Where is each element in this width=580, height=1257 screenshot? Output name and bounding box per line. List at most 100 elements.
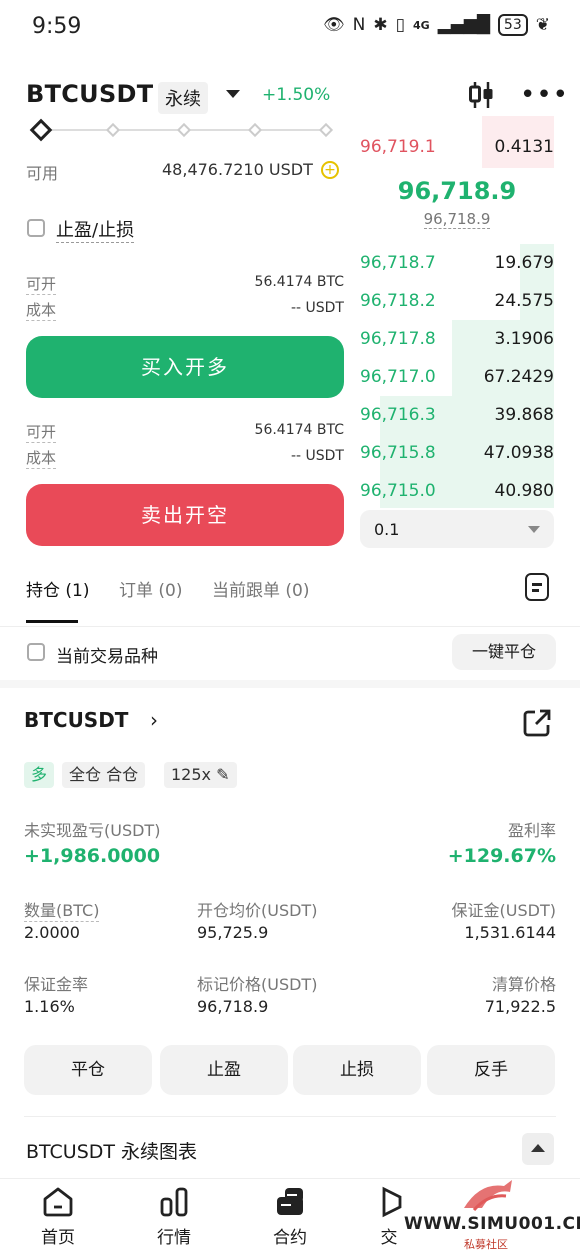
slider-handle[interactable] xyxy=(29,118,53,142)
ask-qty: 0.4131 xyxy=(494,137,554,157)
liquidation-price-label: 清算价格 xyxy=(491,975,556,994)
margin-ratio-value: 1.16% xyxy=(24,997,75,1016)
close-all-button[interactable]: 一键平仓 xyxy=(452,634,556,670)
watermark-subtext: 私募社区 xyxy=(464,1238,508,1251)
bid-price: 96,716.3 xyxy=(360,405,436,425)
divider xyxy=(24,1116,556,1117)
buy-open-label: 可开 xyxy=(26,275,57,295)
more-icon[interactable]: ••• xyxy=(520,82,569,108)
reverse-button[interactable]: 反手 xyxy=(427,1045,555,1095)
watermark-logo: WWW.SIMU001.CN 私募社区 xyxy=(400,1178,580,1257)
nav-futures[interactable]: 合约 xyxy=(258,1185,322,1248)
divider xyxy=(0,626,580,627)
tpsl-checkbox[interactable] xyxy=(27,219,45,237)
bid-row[interactable]: 96,717.8 3.1906 xyxy=(360,320,554,358)
section-divider xyxy=(0,680,580,688)
sell-short-button[interactable]: 卖出开空 xyxy=(26,484,344,546)
depth-value: 0.1 xyxy=(374,519,400,539)
depth-select[interactable]: 0.1 xyxy=(360,510,554,548)
mark-price-label: 标记价格(USDT) xyxy=(197,975,318,994)
available-label: 可用 xyxy=(26,164,59,183)
entry-price-value: 95,725.9 xyxy=(197,923,269,942)
unrealized-pnl-value: +1,986.0000 xyxy=(24,845,161,867)
sell-cost-value: -- USDT xyxy=(290,448,344,464)
bid-row[interactable]: 96,718.7 19.679 xyxy=(360,244,554,282)
tab-active-indicator xyxy=(26,620,78,623)
nav-home[interactable]: 首页 xyxy=(26,1185,90,1248)
roe-label: 盈利率 xyxy=(507,821,556,840)
leverage-tag[interactable]: 125x ✎ xyxy=(164,762,237,788)
roe-value: +129.67% xyxy=(447,845,556,867)
futures-icon xyxy=(277,1188,303,1215)
sell-open-label: 可开 xyxy=(26,423,57,443)
chart-section-title[interactable]: BTCUSDT 永续图表 xyxy=(26,1137,197,1164)
last-price[interactable]: 96,718.9 xyxy=(360,177,554,205)
margin-label: 保证金(USDT) xyxy=(451,901,556,920)
status-icons: 👁 N ✱ ▯ 4G ▂▄▆█ 53 ❦ xyxy=(323,14,550,36)
entry-price-label: 开仓均价(USDT) xyxy=(197,901,318,920)
margin-value: 1,531.6144 xyxy=(464,923,556,942)
stop-loss-button[interactable]: 止损 xyxy=(293,1045,421,1095)
battery-icon: 53 xyxy=(497,14,528,36)
side-tag: 多 xyxy=(24,762,55,788)
buy-cost-value: -- USDT xyxy=(290,300,344,316)
margin-mode-tag: 全仓 合仓 xyxy=(62,762,146,788)
bid-qty: 19.679 xyxy=(494,253,554,273)
symbol-title[interactable]: BTCUSDT xyxy=(26,80,153,108)
buy-long-button[interactable]: 买入开多 xyxy=(26,336,344,398)
sell-cost-label: 成本 xyxy=(26,449,57,469)
margin-ratio-label: 保证金率 xyxy=(24,975,89,994)
candlestick-chart-icon[interactable] xyxy=(466,80,496,110)
collapse-toggle-icon[interactable] xyxy=(522,1133,554,1165)
document-icon[interactable] xyxy=(525,573,549,601)
chevron-right-icon[interactable]: › xyxy=(150,708,158,732)
slider-step[interactable] xyxy=(105,122,121,138)
available-value: 48,476.7210 USDT xyxy=(162,160,313,179)
bid-qty: 24.575 xyxy=(494,291,554,311)
mark-price: 96,718.9 xyxy=(423,210,491,229)
symbol-dropdown-icon[interactable] xyxy=(226,90,240,98)
buy-open-value: 56.4174 BTC xyxy=(254,274,344,290)
edit-icon: ✎ xyxy=(216,765,230,784)
network-label: 4G xyxy=(412,18,430,32)
leaf-icon: ❦ xyxy=(535,15,550,35)
tab-positions[interactable]: 持仓 (1) xyxy=(26,576,90,601)
current-symbol-label[interactable]: 当前交易品种 xyxy=(56,642,158,667)
status-time: 9:59 xyxy=(32,14,82,39)
bid-row[interactable]: 96,717.0 67.2429 xyxy=(360,358,554,396)
watermark-emblem-icon xyxy=(464,1180,512,1212)
price-change: +1.50% xyxy=(262,85,331,105)
quantity-label: 数量(BTC) xyxy=(24,897,100,922)
bid-price: 96,717.8 xyxy=(360,329,436,349)
position-symbol[interactable]: BTCUSDT xyxy=(24,708,128,732)
close-position-button[interactable]: 平仓 xyxy=(24,1045,152,1095)
slider-step[interactable] xyxy=(247,122,263,138)
tab-orders[interactable]: 订单 (0) xyxy=(119,576,183,601)
bid-price: 96,717.0 xyxy=(360,367,436,387)
bid-qty: 40.980 xyxy=(494,481,554,501)
current-symbol-checkbox[interactable] xyxy=(27,643,45,661)
bid-row[interactable]: 96,715.0 40.980 xyxy=(360,472,554,510)
signal-icon: ▂▄▆█ xyxy=(437,15,490,35)
share-icon[interactable] xyxy=(522,708,552,738)
ask-price: 96,719.1 xyxy=(360,137,436,157)
chevron-down-icon xyxy=(528,525,540,533)
tpsl-label[interactable]: 止盈/止损 xyxy=(56,216,135,243)
markets-icon xyxy=(160,1187,188,1217)
slider-step[interactable] xyxy=(318,122,334,138)
bid-qty: 47.0938 xyxy=(483,443,554,463)
unrealized-pnl-label: 未实现盈亏(USDT) xyxy=(24,821,161,840)
tab-copy-trades[interactable]: 当前跟单 (0) xyxy=(212,576,310,601)
eye-icon: 👁 xyxy=(323,15,345,35)
ask-row[interactable]: 96,719.1 0.4131 xyxy=(360,128,554,166)
slider-step[interactable] xyxy=(176,122,192,138)
bid-price: 96,715.8 xyxy=(360,443,436,463)
bid-row[interactable]: 96,715.8 47.0938 xyxy=(360,434,554,472)
bid-qty: 3.1906 xyxy=(494,329,554,349)
bid-row[interactable]: 96,716.3 39.868 xyxy=(360,396,554,434)
bid-row[interactable]: 96,718.2 24.575 xyxy=(360,282,554,320)
nav-markets[interactable]: 行情 xyxy=(142,1185,206,1248)
transfer-plus-icon[interactable]: + xyxy=(321,161,339,179)
take-profit-button[interactable]: 止盈 xyxy=(160,1045,288,1095)
bid-qty: 67.2429 xyxy=(483,367,554,387)
